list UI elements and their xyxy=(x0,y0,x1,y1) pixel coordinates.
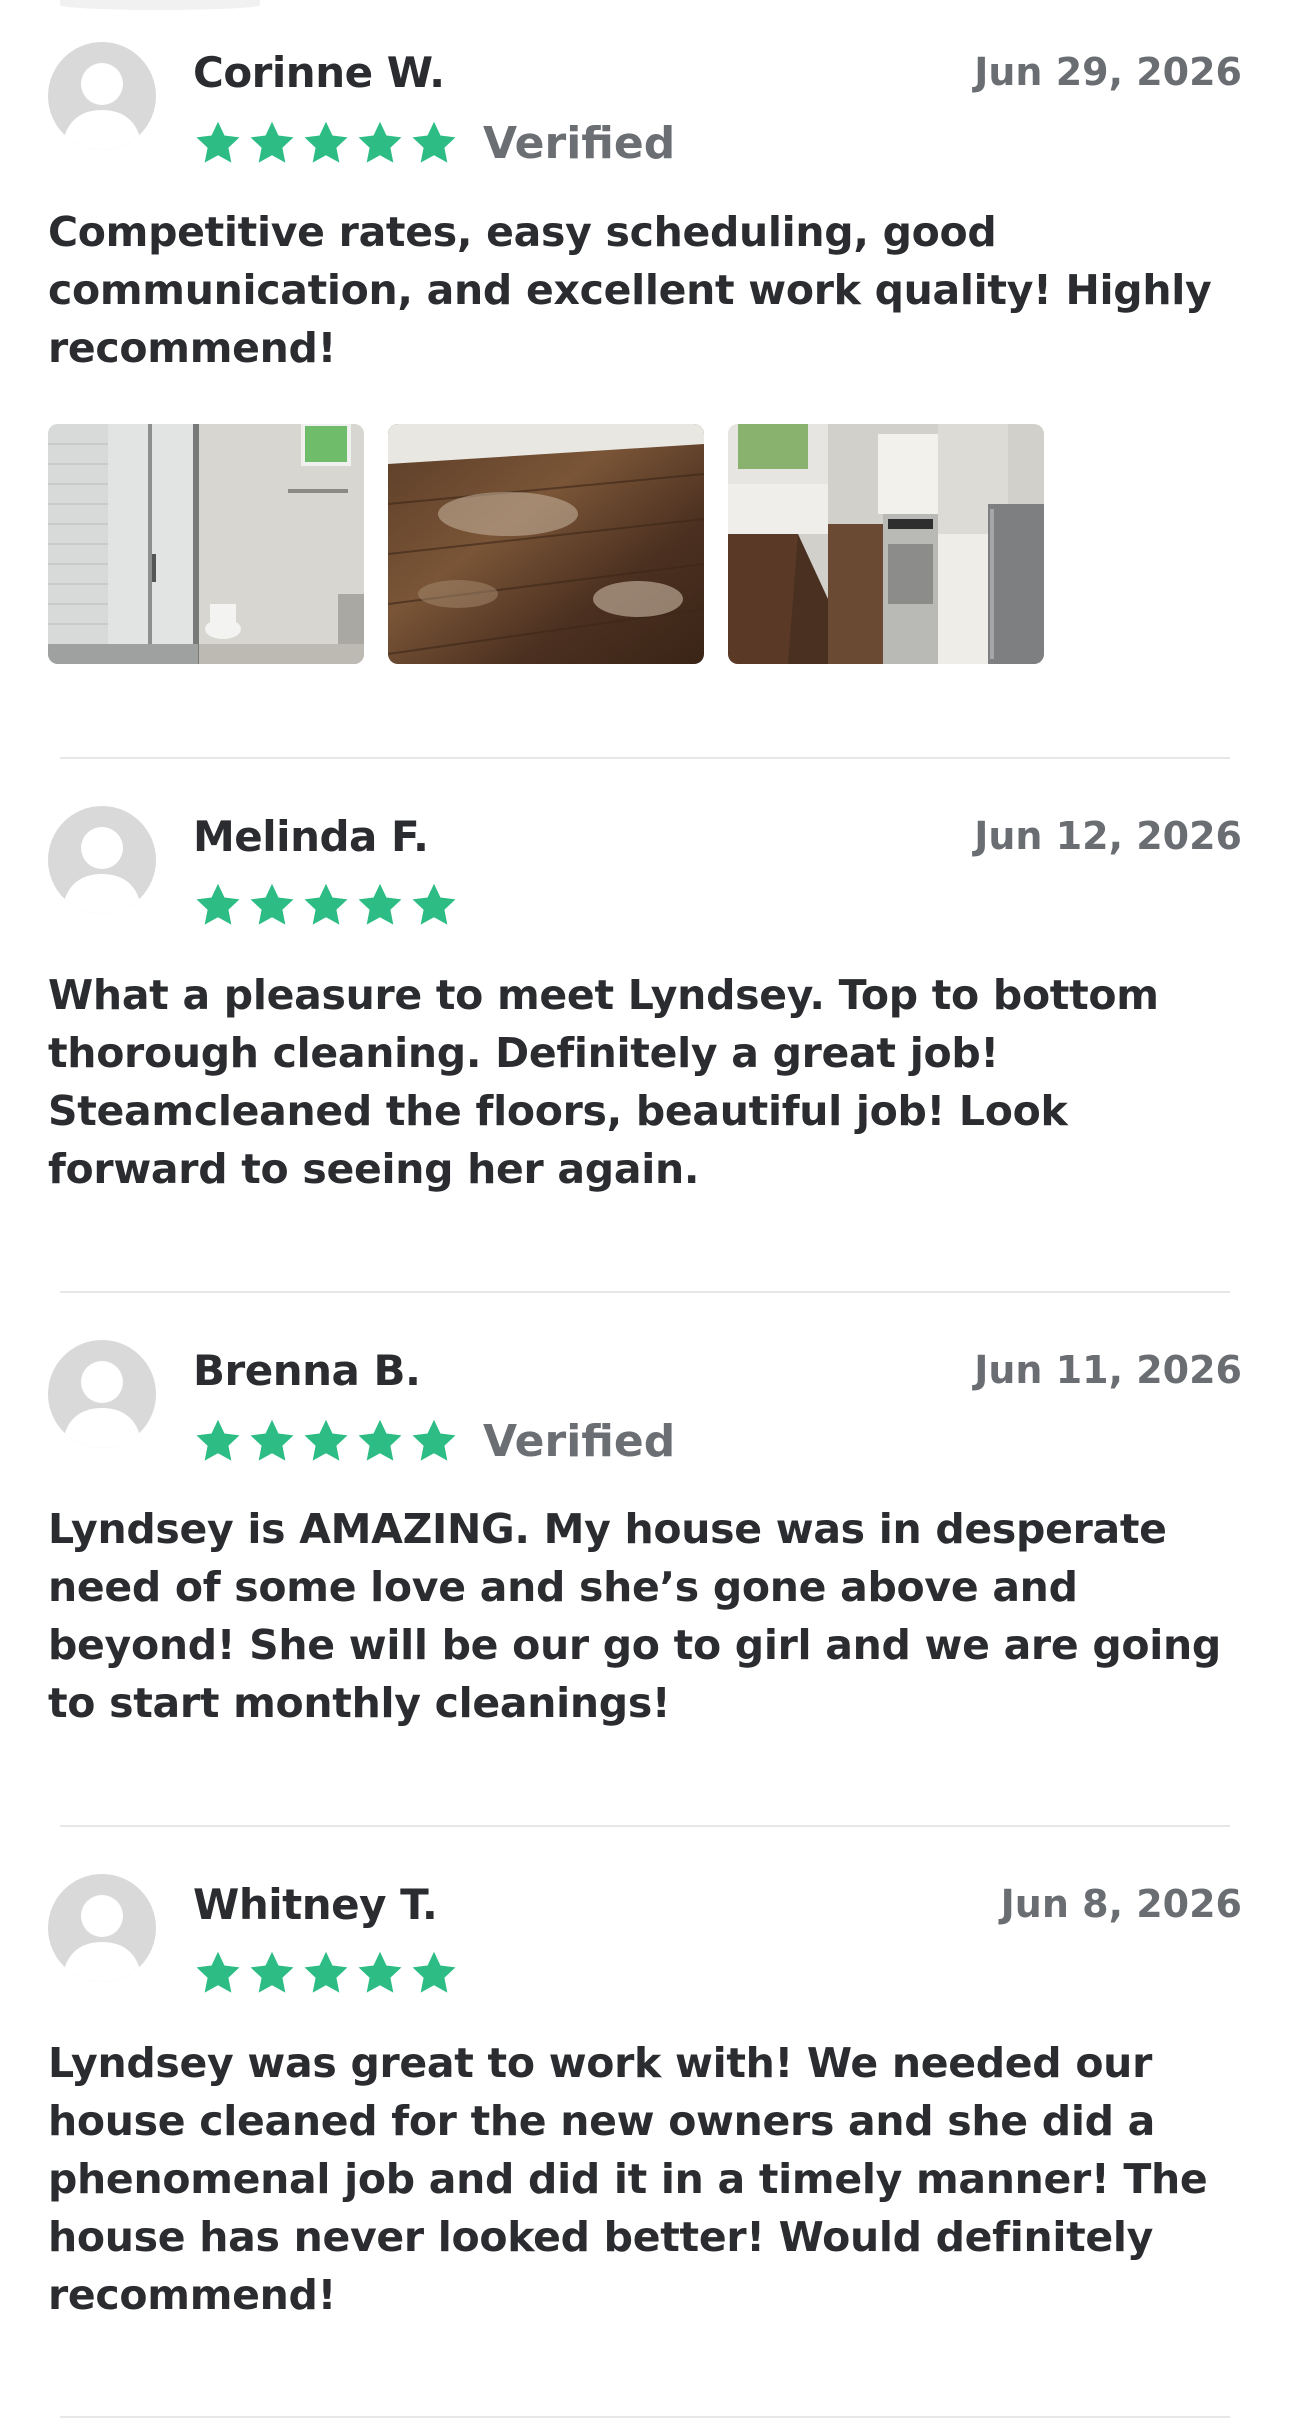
review-divider xyxy=(60,1825,1230,1827)
reviewer-name: Brenna B. xyxy=(193,1346,421,1395)
bathroom-shower-photo[interactable] xyxy=(48,424,364,664)
reviewer-name: Melinda F. xyxy=(193,812,429,861)
user-silhouette-icon xyxy=(62,63,142,150)
review-text: Lyndsey was great to work with! We neede… xyxy=(48,2039,1208,2319)
review-date: Jun 11, 2026 xyxy=(974,1348,1242,1392)
reviews-page: Corinne W. Jun 29, 2026 Verified Competi… xyxy=(0,0,1290,2429)
review-text: What a pleasure to meet Lyndsey. Top to … xyxy=(48,971,1159,1193)
review-divider xyxy=(60,2416,1230,2418)
review-date: Jun 29, 2026 xyxy=(974,50,1242,94)
star-icon xyxy=(301,118,351,168)
review-text: Lyndsey is AMAZING. My house was in desp… xyxy=(48,1505,1221,1727)
star-icon xyxy=(301,880,351,930)
star-icon xyxy=(193,1948,243,1998)
star-icon xyxy=(409,1416,459,1466)
review-photos xyxy=(48,424,1068,664)
verified-badge: Verified xyxy=(483,117,676,169)
rating-row xyxy=(193,1945,463,2001)
rating-row xyxy=(193,877,463,933)
star-icon xyxy=(247,880,297,930)
avatar xyxy=(48,1874,156,1982)
avatar xyxy=(48,42,156,150)
star-icon xyxy=(301,1416,351,1466)
star-icon xyxy=(247,1948,297,1998)
reviewer-name: Whitney T. xyxy=(193,1880,438,1929)
star-icon xyxy=(193,1416,243,1466)
star-icon xyxy=(409,118,459,168)
star-icon xyxy=(355,880,405,930)
star-rating xyxy=(193,118,463,168)
avatar xyxy=(48,806,156,914)
rating-row: Verified xyxy=(193,1413,675,1469)
star-icon xyxy=(409,1948,459,1998)
review-date: Jun 12, 2026 xyxy=(974,814,1242,858)
star-icon xyxy=(355,118,405,168)
hardwood-floor-photo[interactable] xyxy=(388,424,704,664)
kitchen-photo[interactable] xyxy=(728,424,1044,664)
review-divider xyxy=(60,1291,1230,1293)
review-date: Jun 8, 2026 xyxy=(1000,1882,1242,1926)
rating-row: Verified xyxy=(193,115,675,171)
user-silhouette-icon xyxy=(62,827,142,914)
review-text: Competitive rates, easy scheduling, good… xyxy=(48,208,1212,372)
star-icon xyxy=(247,1416,297,1466)
star-icon xyxy=(301,1948,351,1998)
star-rating xyxy=(193,1948,463,1998)
star-icon xyxy=(247,118,297,168)
star-icon xyxy=(193,880,243,930)
review-divider xyxy=(60,757,1230,759)
star-icon xyxy=(355,1416,405,1466)
top-fade-shadow xyxy=(60,0,260,10)
star-icon xyxy=(409,880,459,930)
user-silhouette-icon xyxy=(62,1895,142,1982)
star-icon xyxy=(193,118,243,168)
star-rating xyxy=(193,1416,463,1466)
user-silhouette-icon xyxy=(62,1361,142,1448)
reviewer-name: Corinne W. xyxy=(193,48,445,97)
star-icon xyxy=(355,1948,405,1998)
star-rating xyxy=(193,880,463,930)
avatar xyxy=(48,1340,156,1448)
verified-badge: Verified xyxy=(483,1415,676,1467)
